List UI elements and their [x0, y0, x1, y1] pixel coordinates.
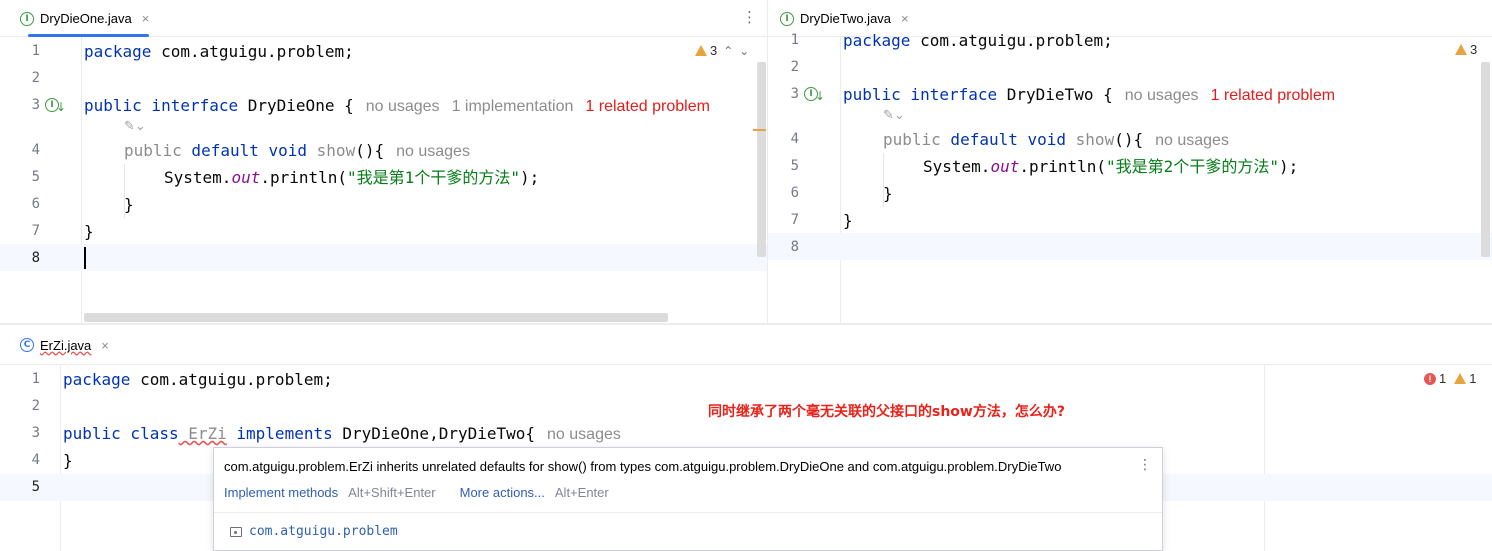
line-number: 8 — [31, 250, 40, 266]
inspection-widget[interactable]: 3 ⌃ ⌄ — [695, 43, 749, 58]
code-line: public default void show(){no usages — [883, 130, 1229, 149]
code-line: public class ErZi implements DryDieOne,D… — [63, 424, 621, 443]
line-number: 2 — [790, 59, 799, 75]
more-icon[interactable]: ⋮ — [1138, 457, 1152, 473]
ai-assistant-icon[interactable]: ✎⌄ — [883, 108, 905, 123]
usages-hint[interactable]: no usages — [396, 143, 470, 160]
shortcut-label: Alt+Shift+Enter — [348, 485, 436, 500]
code-line: public default void show(){no usages — [124, 141, 470, 160]
package-link[interactable]: com.atguigu.problem — [230, 524, 398, 539]
warning-icon — [1454, 373, 1467, 384]
tab-bar: I DryDieOne.java × ⋮ — [0, 0, 767, 37]
code-line: } — [124, 195, 134, 214]
line-number: 8 — [790, 239, 799, 255]
tab-bar: C ErZi.java × — [0, 325, 1492, 365]
current-line-highlight — [0, 244, 767, 271]
line-number: 1 — [31, 371, 40, 387]
implementations-hint[interactable]: 1 implementation — [452, 98, 574, 115]
package-icon — [230, 526, 242, 537]
code-line: } — [63, 451, 73, 470]
editor-pane-dry-die-two: I DryDieTwo.java × 1 2 3 4 5 6 7 8 I ↓ p… — [768, 0, 1492, 323]
inspection-widget[interactable]: 3 — [1455, 42, 1477, 57]
close-icon[interactable]: × — [101, 338, 109, 353]
text-caret — [84, 247, 86, 269]
error-message: com.atguigu.problem.ErZi inherits unrela… — [224, 459, 1062, 474]
annotation-text: 同时继承了两个毫无关联的父接口的show方法，怎么办? — [708, 404, 1065, 420]
code-line: package com.atguigu.problem; — [63, 370, 333, 389]
warning-icon — [1455, 44, 1467, 55]
line-number: 5 — [31, 479, 40, 495]
line-number: 5 — [31, 169, 40, 185]
horizontal-scrollbar[interactable] — [84, 313, 668, 322]
code-line: } — [84, 222, 94, 241]
line-number: 3 — [31, 97, 40, 113]
warning-marker[interactable] — [753, 129, 766, 131]
class-icon: C — [20, 338, 34, 352]
tab-label: ErZi.java — [40, 337, 92, 353]
implement-methods-link[interactable]: Implement methods — [224, 485, 338, 500]
code-line: } — [843, 211, 853, 230]
warning-icon — [695, 45, 707, 56]
line-number: 6 — [790, 185, 799, 201]
code-editor[interactable]: 1 2 3 4 5 6 7 8 I ↓ package com.atguigu.… — [0, 37, 767, 323]
usages-hint[interactable]: no usages — [1155, 132, 1229, 149]
code-line: public interface DryDieTwo {no usages 1 r… — [843, 85, 1336, 104]
vertical-scrollbar[interactable] — [757, 62, 766, 257]
line-number: 6 — [31, 196, 40, 212]
code-line: public interface DryDieOne {no usages 1 i… — [84, 96, 710, 115]
code-editor[interactable]: 1 2 3 4 5 6 7 8 I ↓ package com.atguigu.… — [768, 31, 1492, 323]
inspection-widget[interactable]: ! 1 1 — [1424, 371, 1476, 386]
line-number: 7 — [790, 212, 799, 228]
interface-icon: I — [780, 11, 794, 26]
error-class-name[interactable]: ErZi — [179, 424, 227, 443]
ai-assistant-icon[interactable]: ✎⌄ — [124, 119, 146, 134]
more-actions-link[interactable]: More actions... — [460, 485, 545, 500]
chevron-down-icon[interactable]: ⌄ — [739, 44, 749, 58]
line-number: 3 — [790, 86, 799, 102]
line-number: 4 — [31, 142, 40, 158]
editor-pane-dry-die-one: I DryDieOne.java × ⋮ 1 2 3 4 5 6 7 8 I ↓… — [0, 0, 767, 323]
code-line: package com.atguigu.problem; — [843, 31, 1113, 50]
interface-icon: I — [20, 11, 34, 26]
code-line: System.out.println("我是第2个干爹的方法"); — [923, 157, 1299, 176]
tab-dry-die-one[interactable]: I DryDieOne.java × — [20, 0, 150, 37]
error-tooltip-popup: com.atguigu.problem.ErZi inherits unrela… — [213, 447, 1163, 551]
line-number: 4 — [31, 452, 40, 468]
usages-hint[interactable]: no usages — [547, 426, 621, 443]
tab-label: DryDieTwo.java — [800, 11, 892, 26]
line-number: 5 — [790, 158, 799, 174]
line-number: 2 — [31, 398, 40, 414]
line-number: 2 — [31, 70, 40, 86]
code-line: System.out.println("我是第1个干爹的方法"); — [164, 168, 540, 187]
line-number: 7 — [31, 223, 40, 239]
shortcut-label: Alt+Enter — [554, 485, 609, 500]
code-line: package com.atguigu.problem; — [84, 42, 354, 61]
arrow-down-icon: ↓ — [815, 89, 826, 103]
related-problem-hint[interactable]: 1 related problem — [585, 98, 710, 115]
line-number: 1 — [790, 32, 799, 48]
line-number: 3 — [31, 425, 40, 441]
usages-hint[interactable]: no usages — [1125, 87, 1199, 104]
related-problem-hint[interactable]: 1 related problem — [1211, 87, 1336, 104]
chevron-up-icon[interactable]: ⌃ — [723, 44, 733, 58]
more-icon[interactable]: ⋮ — [742, 8, 757, 26]
close-icon[interactable]: × — [901, 11, 909, 26]
code-line: } — [883, 184, 893, 203]
line-number: 4 — [790, 131, 799, 147]
arrow-down-icon: ↓ — [56, 100, 67, 114]
current-line-highlight — [768, 233, 1492, 260]
error-icon: ! — [1424, 372, 1436, 385]
quick-fix-actions: Implement methods Alt+Shift+Enter More a… — [224, 485, 633, 500]
tab-erzi[interactable]: C ErZi.java × — [20, 325, 109, 365]
tab-label: DryDieOne.java — [40, 11, 132, 26]
line-number: 1 — [31, 43, 40, 59]
usages-hint[interactable]: no usages — [366, 98, 440, 115]
close-icon[interactable]: × — [142, 11, 150, 26]
vertical-scrollbar[interactable] — [1481, 62, 1490, 257]
